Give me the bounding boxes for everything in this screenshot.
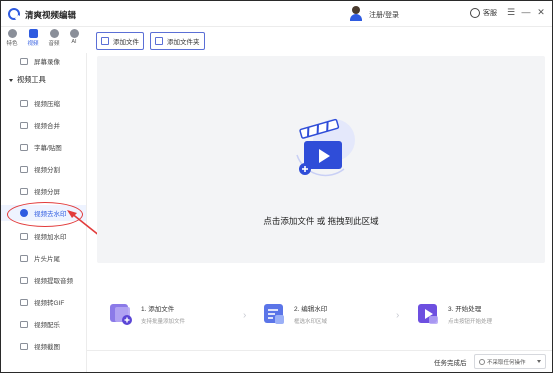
tab-video[interactable]: 视频 xyxy=(24,29,42,47)
category-nav: 特色 视频 音频 AI xyxy=(1,27,86,53)
extract-audio-icon xyxy=(20,276,28,284)
video-icon xyxy=(28,29,38,38)
after-task-select[interactable]: 不采取任何操作 xyxy=(474,354,546,369)
start-process-step-icon xyxy=(418,304,438,324)
app-title: 清爽视频编辑 xyxy=(25,10,77,20)
add-file-icon xyxy=(101,37,109,45)
sidebar-item-label: 屏幕录像 xyxy=(34,59,60,66)
status-bar: 任务完成后 不采取任何操作 xyxy=(87,350,552,372)
sidebar-item-label: 视频合并 xyxy=(34,123,60,130)
after-task-value: 不采取任何操作 xyxy=(487,359,526,366)
ai-icon xyxy=(69,29,79,38)
sidebar-item-split-screen[interactable]: 视频分屏 xyxy=(1,183,86,199)
gif-icon xyxy=(20,298,28,306)
sidebar-item-intro-outro[interactable]: 片头片尾 xyxy=(1,250,86,266)
app-logo-icon xyxy=(8,8,20,20)
sidebar-item-screen-record[interactable]: 屏幕录像 xyxy=(1,53,86,69)
sidebar-item-label: 视频截图 xyxy=(34,344,60,351)
group-title: 视频工具 xyxy=(17,75,46,84)
menu-icon[interactable]: ☰ xyxy=(506,7,516,18)
add-file-step-icon xyxy=(110,304,132,325)
sidebar-item-label: 片头片尾 xyxy=(34,256,60,263)
tab-label: 视频 xyxy=(27,41,39,47)
add-folder-icon xyxy=(155,37,163,45)
split-icon xyxy=(20,165,28,173)
feature-icon xyxy=(7,29,17,38)
sidebar-item-music[interactable]: 视频配乐 xyxy=(1,316,86,332)
login-link[interactable]: 注册/登录 xyxy=(369,10,399,20)
tab-label: 音频 xyxy=(48,41,60,47)
sidebar-item-label: 视频分割 xyxy=(34,167,60,174)
edit-watermark-step-icon xyxy=(264,304,284,324)
add-file-label: 添加文件 xyxy=(113,39,139,46)
drop-zone[interactable]: 点击添加文件 或 拖拽到此区域 xyxy=(97,56,545,263)
headset-icon xyxy=(470,8,480,18)
drop-zone-text: 点击添加文件 或 拖拽到此区域 xyxy=(263,216,379,226)
step-desc: 框选水印区域 xyxy=(294,319,328,325)
sidebar-item-subtitle[interactable]: 字幕/贴图 xyxy=(1,139,86,155)
step-edit-watermark: 2. 编辑水印 框选水印区域 xyxy=(261,299,401,331)
screenshot-icon xyxy=(20,342,28,350)
tab-ai[interactable]: AI xyxy=(65,29,83,45)
step-start-process: 3. 开始处理 点击按钮开始处理 xyxy=(415,299,545,331)
sidebar-item-merge[interactable]: 视频合并 xyxy=(1,117,86,133)
close-icon[interactable]: ✕ xyxy=(536,7,546,18)
music-icon xyxy=(20,320,28,328)
support-button[interactable]: 客服 xyxy=(470,8,497,18)
support-label: 客服 xyxy=(483,10,497,17)
screen-record-icon xyxy=(20,57,28,65)
sidebar-item-screenshot[interactable]: 视频截图 xyxy=(1,338,86,354)
tab-audio[interactable]: 音频 xyxy=(45,29,63,47)
task-complete-label: 任务完成后 xyxy=(434,360,467,367)
audio-icon xyxy=(49,29,59,38)
intro-outro-icon xyxy=(20,254,28,262)
title-bar: 清爽视频编辑 注册/登录 客服 ☰ — ✕ xyxy=(1,1,552,27)
add-folder-button[interactable]: 添加文件夹 xyxy=(150,32,205,50)
sidebar-item-gif[interactable]: 视频转GIF xyxy=(1,294,86,310)
subtitle-icon xyxy=(20,143,28,151)
sidebar-item-split[interactable]: 视频分割 xyxy=(1,161,86,177)
app-window: 清爽视频编辑 注册/登录 客服 ☰ — ✕ 特色 视频 音频 AI 屏幕录像 视… xyxy=(0,0,553,373)
split-screen-icon xyxy=(20,187,28,195)
chevron-right-icon: › xyxy=(243,310,247,321)
step-desc: 点击按钮开始处理 xyxy=(448,319,493,325)
sidebar-group-video-tools[interactable]: 视频工具 xyxy=(9,75,46,85)
add-file-button[interactable]: 添加文件 xyxy=(96,32,144,50)
add-folder-label: 添加文件夹 xyxy=(167,39,200,46)
sidebar-item-compress[interactable]: 视频压缩 xyxy=(1,95,86,111)
minimize-icon[interactable]: — xyxy=(521,7,531,17)
sidebar-item-label: 字幕/贴图 xyxy=(34,145,62,152)
step-desc: 支持批量添加文件 xyxy=(141,319,186,325)
sidebar-item-extract-audio[interactable]: 视频提取音频 xyxy=(1,272,86,288)
step-title: 3. 开始处理 xyxy=(448,306,482,313)
tab-label: AI xyxy=(71,39,77,45)
add-watermark-icon xyxy=(20,232,28,240)
tab-label: 特色 xyxy=(6,41,18,47)
sidebar-item-label: 视频转GIF xyxy=(34,300,65,307)
sidebar-item-label: 视频提取音频 xyxy=(34,278,73,285)
sidebar-item-label: 视频分屏 xyxy=(34,189,60,196)
clock-icon xyxy=(479,359,485,365)
chevron-right-icon: › xyxy=(396,310,400,321)
step-add-file: 1. 添加文件 支持批量添加文件 xyxy=(108,299,248,331)
chevron-down-icon xyxy=(537,360,541,363)
sidebar-item-label: 视频压缩 xyxy=(34,101,60,108)
video-clapper-icon xyxy=(296,118,355,177)
tab-feature[interactable]: 特色 xyxy=(3,29,21,47)
merge-icon xyxy=(20,121,28,129)
sidebar-item-label: 视频配乐 xyxy=(34,322,60,329)
caret-down-icon xyxy=(9,78,13,82)
avatar[interactable] xyxy=(350,6,362,21)
step-title: 1. 添加文件 xyxy=(141,306,175,313)
step-title: 2. 编辑水印 xyxy=(294,306,328,313)
compress-icon xyxy=(20,99,28,107)
